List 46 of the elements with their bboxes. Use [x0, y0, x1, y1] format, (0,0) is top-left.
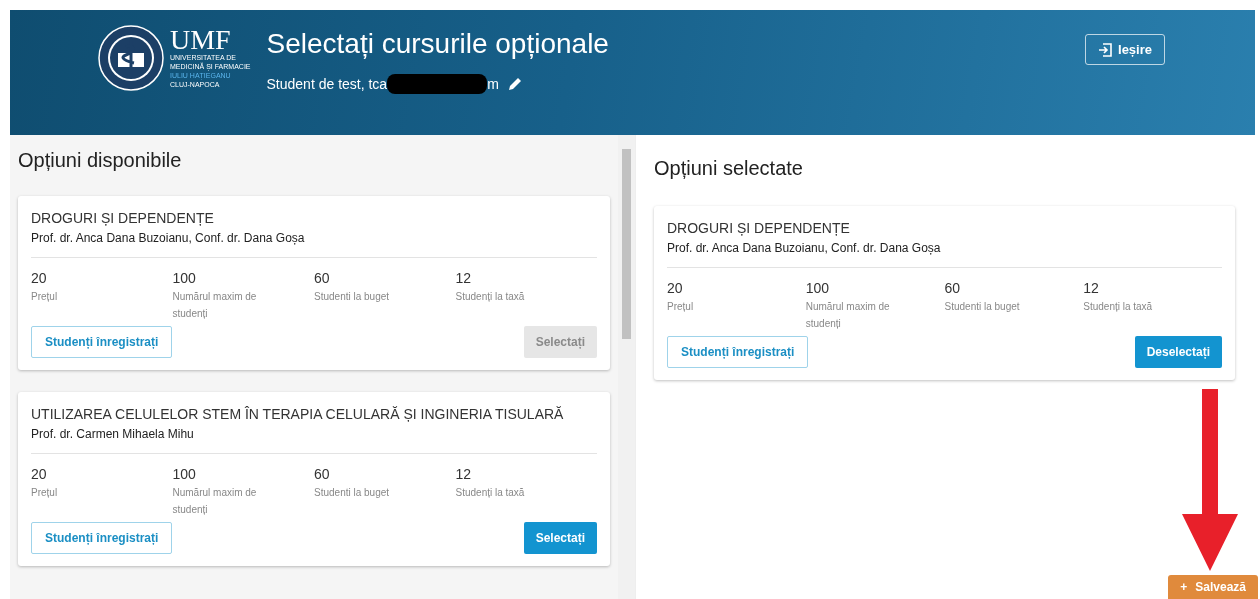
user-email-end: m: [487, 76, 499, 92]
user-name: Student de test, tca: [266, 76, 388, 92]
stat-value: 20: [31, 466, 48, 482]
stat-value: 60: [314, 270, 331, 286]
course-teachers: Prof. dr. Anca Dana Buzoianu, Conf. dr. Dana Goșa: [31, 231, 597, 258]
section-title: Opțiuni selectate: [654, 157, 804, 180]
select-button[interactable]: Selectați: [523, 522, 597, 554]
course-title: DROGURI ȘI DEPENDENȚE: [31, 210, 215, 226]
stat-value: 100: [172, 270, 197, 286]
stat-label: Studenți la taxă: [455, 486, 526, 500]
page-title: Selectați cursurile opționale: [266, 28, 609, 60]
edit-icon[interactable]: [506, 76, 523, 92]
stat-label: Numărul maxim de studenți: [805, 300, 891, 331]
stat-label: Numărul maxim de studenți: [172, 290, 258, 321]
scrollbar[interactable]: [618, 135, 635, 599]
stat-value: 12: [455, 466, 473, 482]
section-title: Opțiuni disponibile: [18, 149, 183, 172]
stat-value: 12: [455, 270, 473, 286]
stat-value: 100: [172, 466, 197, 482]
stat-label: Studenți la taxă: [455, 290, 526, 304]
university-seal-icon: [98, 25, 164, 91]
registered-students-button[interactable]: Studenți înregistrați: [667, 336, 809, 368]
course-teachers: Prof. dr. Carmen Mihaela Mihu: [31, 427, 597, 454]
stat-label: Studenti la buget: [314, 486, 391, 500]
logo-abbreviation: UMF: [170, 27, 232, 53]
registered-students-button[interactable]: Studenți înregistrați: [31, 522, 173, 554]
stat-value: 20: [31, 270, 48, 286]
stat-value: 60: [944, 280, 962, 296]
course-title: UTILIZAREA CELULELOR STEM ÎN TERAPIA CELULARĂ ȘI INGINERIA TISULARĂ: [31, 406, 565, 422]
stat-value: 20: [667, 280, 684, 296]
stat-label: Prețul: [31, 486, 59, 500]
stat-value: 60: [314, 466, 331, 482]
stat-label: Numărul maxim de studenți: [172, 486, 258, 517]
stat-label: Prețul: [667, 300, 695, 314]
select-button[interactable]: Deselectați: [1134, 336, 1222, 368]
stat-label: Studenti la buget: [314, 290, 391, 304]
stat-value: 100: [805, 280, 831, 296]
stat-value: 12: [1083, 280, 1100, 296]
stat-label: Studenți la taxă: [1083, 300, 1154, 314]
course-title: DROGURI ȘI DEPENDENȚE: [667, 220, 851, 236]
logout-button[interactable]: Ieșire: [1085, 34, 1165, 65]
logout-icon: [1098, 42, 1112, 57]
stat-label: Studenti la buget: [944, 300, 1021, 314]
save-button[interactable]: + Salvează: [1168, 575, 1258, 599]
stat-label: Prețul: [31, 290, 59, 304]
course-teachers: Prof. dr. Anca Dana Buzoianu, Conf. dr. Dana Goșa: [667, 241, 1222, 268]
